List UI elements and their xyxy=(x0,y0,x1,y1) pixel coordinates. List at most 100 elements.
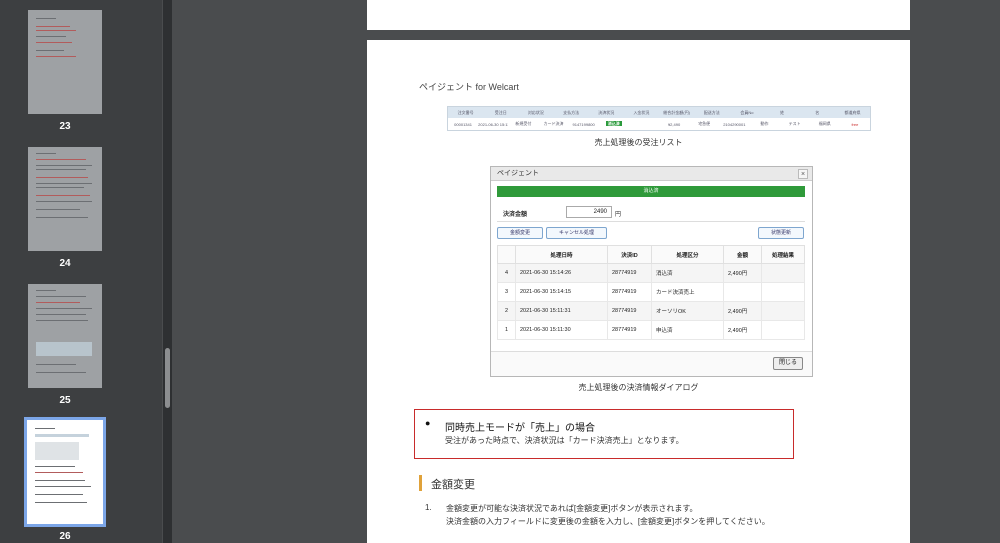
document-page: ペイジェント for Welcart 注文番号 受注日 対応状況 支払方法 決済… xyxy=(367,40,910,543)
cell: 00001341 xyxy=(454,121,472,127)
cell: 申込済 xyxy=(651,320,724,340)
cell: 2021-06-30 15:11:30 xyxy=(515,320,608,340)
thumbnail-image xyxy=(28,284,102,388)
cell: 2021-06-30 15:11:31 xyxy=(515,301,608,321)
cell: ¥2,490 xyxy=(667,121,681,127)
status-badge: 消込済 xyxy=(605,121,622,126)
col-header: 総合計金額(円) xyxy=(663,109,690,115)
highlight-note-box: ● 同時売上モードが「売上」の場合 受注があった時点で、決済状況は「カード決済売… xyxy=(414,409,794,459)
sidebar-scroll-thumb[interactable] xyxy=(165,348,170,408)
cell xyxy=(761,301,805,321)
cell: 28774919 xyxy=(607,301,652,321)
col-header: 名 xyxy=(815,109,820,115)
cell xyxy=(761,282,805,302)
cell: オーソリOK xyxy=(651,301,724,321)
cell: free xyxy=(851,121,859,127)
cell: 2,490円 xyxy=(723,301,762,321)
col-header: 決済状況 xyxy=(598,109,615,115)
col-header: 入金状況 xyxy=(633,109,650,115)
thumbnail-page-24[interactable]: 24 xyxy=(24,147,106,269)
cell: 2,490円 xyxy=(723,320,762,340)
table-header-row: 処理日時 決済ID 処理区分 金額 処理結果 xyxy=(497,245,805,264)
note-title: 同時売上モードが「売上」の場合 xyxy=(445,423,595,434)
cell: 宅急便 xyxy=(698,121,711,126)
col-header: 対応状況 xyxy=(527,109,544,115)
order-list-header: 注文番号 受注日 対応状況 支払方法 決済状況 入金状況 総合計金額(円) 配送… xyxy=(448,107,870,118)
col-header: 注文番号 xyxy=(457,109,474,115)
sidebar-scrollbar[interactable] xyxy=(163,0,172,543)
col-header: 会員No xyxy=(740,109,754,115)
col-header: 決済ID xyxy=(607,245,652,264)
cell: 1 xyxy=(497,320,516,340)
payment-info-dialog: ペイジェント × 消込済 決済金額 2490 円 金額変更 キャンセル処理 状態… xyxy=(490,166,813,377)
col-header: 姓 xyxy=(780,109,785,115)
cell: カード決済 xyxy=(543,121,564,126)
col-header xyxy=(497,245,516,264)
thumbnail-page-number: 24 xyxy=(59,258,71,269)
close-icon[interactable]: × xyxy=(798,169,808,179)
col-header: 支払方法 xyxy=(563,109,580,115)
section-title: 金額変更 xyxy=(431,479,475,491)
cell: 9147199800 xyxy=(572,121,595,127)
dialog-title-bar: ペイジェント × xyxy=(491,167,812,181)
cell: 福岡県 xyxy=(818,121,831,126)
previous-page xyxy=(367,0,910,30)
amount-row: 決済金額 2490 円 xyxy=(497,202,805,222)
list-number: 1. xyxy=(425,503,432,512)
cell: 消込済 xyxy=(651,263,724,283)
thumbnail-page-number: 26 xyxy=(59,531,71,542)
thumbnail-page-number: 23 xyxy=(59,121,71,132)
refresh-status-button[interactable]: 状態更新 xyxy=(758,227,804,239)
list-item-text: 決済金額の入力フィールドに変更後の金額を入力し、[金額変更]ボタンを押してくださ… xyxy=(446,517,770,526)
cell: 3 xyxy=(497,282,516,302)
list-item-text: 金額変更が可能な決済状況であれば[金額変更]ボタンが表示されます。 xyxy=(446,504,698,513)
status-badge-cell: 消込済 xyxy=(599,121,629,127)
dialog-caption: 売上処理後の決済情報ダイアログ xyxy=(578,383,699,392)
thumbnail-page-26[interactable]: 26 xyxy=(24,417,106,542)
col-header: 都道府県 xyxy=(844,109,861,115)
col-header: 受注日 xyxy=(494,109,507,115)
amount-unit: 円 xyxy=(615,212,622,218)
col-header: 処理結果 xyxy=(761,245,805,264)
cell: 動作 xyxy=(760,121,769,126)
thumbnail-page-23[interactable]: 23 xyxy=(24,10,106,132)
cancel-process-button[interactable]: キャンセル処理 xyxy=(546,227,607,239)
cell: 2021-06-30 15:14:26 xyxy=(515,263,608,283)
transaction-table: 処理日時 決済ID 処理区分 金額 処理結果 4 2021-06-30 15:1… xyxy=(497,245,805,340)
order-list-caption: 売上処理後の受注リスト xyxy=(594,138,683,147)
amount-input[interactable]: 2490 xyxy=(566,206,612,218)
order-list-image: 注文番号 受注日 対応状況 支払方法 決済状況 入金状況 総合計金額(円) 配送… xyxy=(447,106,871,131)
col-header: 金額 xyxy=(723,245,762,264)
note-body: 受注があった時点で、決済状況は「カード決済売上」となります。 xyxy=(445,436,684,445)
change-amount-button[interactable]: 金額変更 xyxy=(497,227,543,239)
dialog-footer: 閉じる xyxy=(491,351,812,376)
section-accent-bar xyxy=(419,475,422,491)
order-list-row: 00001341 2021-06-30 15:11 新規受付 カード決済 914… xyxy=(448,118,870,130)
cell xyxy=(723,282,762,302)
col-header: 処理日時 xyxy=(515,245,608,264)
cell xyxy=(761,263,805,283)
thumbnail-sidebar: 23 24 25 26 xyxy=(0,0,162,543)
thumbnail-image xyxy=(28,147,102,251)
col-header: 処理区分 xyxy=(651,245,724,264)
cell: 新規受付 xyxy=(515,121,532,126)
table-row: 4 2021-06-30 15:14:26 28774919 消込済 2,490… xyxy=(497,263,805,283)
table-row: 1 2021-06-30 15:11:30 28774919 申込済 2,490… xyxy=(497,320,805,340)
cell: 2 xyxy=(497,301,516,321)
cell: 28774919 xyxy=(607,263,652,283)
dialog-title: ペイジェント xyxy=(497,170,539,177)
thumbnail-image xyxy=(28,10,102,114)
table-row: 2 2021-06-30 15:11:31 28774919 オーソリOK 2,… xyxy=(497,301,805,321)
cell: 28774919 xyxy=(607,282,652,302)
cell: 2,490円 xyxy=(723,263,762,283)
close-button[interactable]: 閉じる xyxy=(773,357,803,370)
cell: 2104290001 xyxy=(723,121,746,127)
cell: カード決済売上 xyxy=(651,282,724,302)
cell: 2021-06-30 15:11 xyxy=(478,121,509,127)
thumbnail-image xyxy=(24,417,106,527)
col-header: 配送方法 xyxy=(703,109,720,115)
status-bar: 消込済 xyxy=(497,186,805,197)
table-row: 3 2021-06-30 15:14:15 28774919 カード決済売上 xyxy=(497,282,805,302)
thumbnail-page-25[interactable]: 25 xyxy=(24,284,106,406)
cell: 2021-06-30 15:14:15 xyxy=(515,282,608,302)
